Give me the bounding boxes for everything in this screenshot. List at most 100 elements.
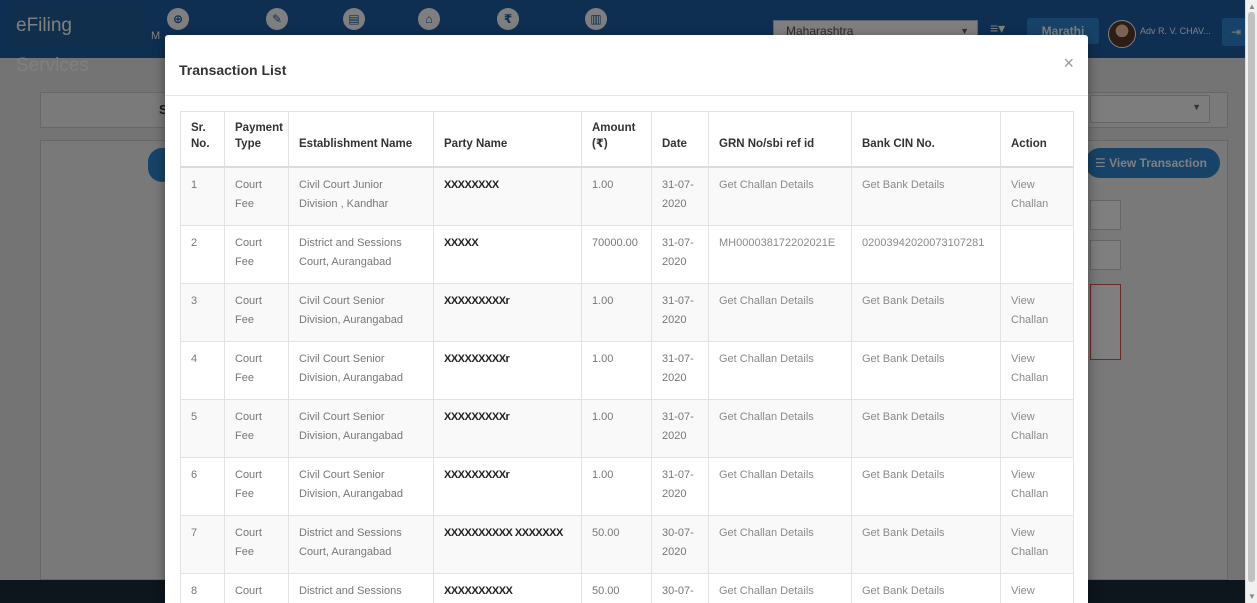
cell-sr-no: 7 <box>180 515 225 574</box>
cell-establishment-name: District and Sessions Court, Aurangabad <box>288 515 434 574</box>
cell-bank-cin: 02003942020073107281 <box>851 225 1001 284</box>
modal-title: Transaction List <box>179 62 287 78</box>
cell-date: 30-07- <box>651 573 709 603</box>
cell-date: 31-07-2020 <box>651 225 709 284</box>
get-bank-details-link[interactable]: Get Bank Details <box>851 283 1001 342</box>
get-bank-details-link[interactable]: Get Bank Details <box>851 166 1001 226</box>
table-row: 2 Court Fee District and Sessions Court, A… <box>180 225 1074 284</box>
cell-sr-no: 3 <box>180 283 225 342</box>
cell-sr-no: 6 <box>180 457 225 516</box>
column-header: Date <box>651 111 709 168</box>
cell-establishment-name: Civil Court Senior Division, Aurangabad <box>288 341 434 400</box>
cell-date: 31-07-2020 <box>651 166 709 226</box>
get-challan-details-link[interactable]: Get Challan Details <box>708 341 852 400</box>
cell-sr-no: 8 <box>180 573 225 603</box>
cell-establishment-name: Civil Court Junior Division , Kandhar <box>288 166 434 226</box>
cell-payment-type: Court Fee <box>224 515 289 574</box>
table-row: 4 Court Fee Civil Court Senior Division, A… <box>180 341 1074 400</box>
cell-establishment-name: District and Sessions <box>288 573 434 603</box>
get-bank-details-link[interactable]: Get Bank Details <box>851 457 1001 516</box>
transaction-table-wrapper: Sr. No. Payment Type Establishment Name Par… <box>180 111 1074 603</box>
cell-sr-no: 2 <box>180 225 225 284</box>
view-challan-link[interactable]: View Challan <box>1000 399 1074 458</box>
cell-payment-type: Court Fee <box>224 573 289 603</box>
cell-sr-no: 5 <box>180 399 225 458</box>
cell-payment-type: Court Fee <box>224 341 289 400</box>
cell-party-name: XXXXX <box>433 225 582 284</box>
cell-party-name: XXXXXXXXXr <box>433 283 582 342</box>
cell-payment-type: Court Fee <box>224 457 289 516</box>
column-header: Payment Type <box>224 111 289 168</box>
cell-sr-no: 1 <box>180 166 225 226</box>
view-challan-link[interactable]: View Challan <box>1000 457 1074 516</box>
scrollbar-thumb[interactable] <box>1248 12 1255 582</box>
column-header: Action <box>1000 111 1074 168</box>
column-header: Sr. No. <box>180 111 225 168</box>
cell-party-name: XXXXXXXXXr <box>433 399 582 458</box>
table-header-row: Sr. No. Payment Type Establishment Name Par… <box>180 111 1074 168</box>
transaction-list-modal: Transaction List × Sr. No. Payment Type Es… <box>165 35 1088 603</box>
cell-amount: 1.00 <box>581 399 652 458</box>
cell-action <box>1000 225 1074 284</box>
cell-amount: 50.00 <box>581 515 652 574</box>
get-bank-details-link[interactable]: Get Bank Details <box>851 399 1001 458</box>
get-challan-details-link[interactable]: Get Challan Details <box>708 573 852 603</box>
cell-date: 31-07-2020 <box>651 399 709 458</box>
cell-date: 31-07-2020 <box>651 457 709 516</box>
table-row: 3 Court Fee Civil Court Senior Division, A… <box>180 283 1074 342</box>
view-challan-link[interactable]: View Challan <box>1000 166 1074 226</box>
modal-header: Transaction List × <box>165 35 1088 96</box>
get-bank-details-link[interactable]: Get Bank Details <box>851 341 1001 400</box>
get-challan-details-link[interactable]: Get Challan Details <box>708 457 852 516</box>
table-body: 1 Court Fee Civil Court Junior Division , … <box>180 166 1074 603</box>
cell-party-name: XXXXXXXXXX <box>433 573 582 603</box>
scroll-up-icon[interactable]: ▲ <box>1248 2 1256 11</box>
get-bank-details-link[interactable]: Get Bank Details <box>851 573 1001 603</box>
cell-establishment-name: Civil Court Senior Division, Aurangabad <box>288 457 434 516</box>
cell-date: 30-07-2020 <box>651 515 709 574</box>
table-row: 1 Court Fee Civil Court Junior Division , … <box>180 166 1074 226</box>
transaction-table: Sr. No. Payment Type Establishment Name Par… <box>180 111 1074 603</box>
cell-date: 31-07-2020 <box>651 341 709 400</box>
table-row: 7 Court Fee District and Sessions Court, A… <box>180 515 1074 574</box>
cell-amount: 70000.00 <box>581 225 652 284</box>
cell-grn-no: MH000038172202021E <box>708 225 852 284</box>
cell-establishment-name: District and Sessions Court, Aurangabad <box>288 225 434 284</box>
column-header: Establishment Name <box>288 111 434 168</box>
scroll-down-icon[interactable]: ▼ <box>1248 592 1256 601</box>
cell-date: 31-07-2020 <box>651 283 709 342</box>
cell-amount: 50.00 <box>581 573 652 603</box>
column-header: Party Name <box>433 111 582 168</box>
close-icon[interactable]: × <box>1063 53 1074 74</box>
column-header: GRN No/sbi ref id <box>708 111 852 168</box>
cell-amount: 1.00 <box>581 283 652 342</box>
cell-sr-no: 4 <box>180 341 225 400</box>
cell-payment-type: Court Fee <box>224 225 289 284</box>
get-challan-details-link[interactable]: Get Challan Details <box>708 166 852 226</box>
get-challan-details-link[interactable]: Get Challan Details <box>708 283 852 342</box>
table-row: 5 Court Fee Civil Court Senior Division, A… <box>180 399 1074 458</box>
cell-payment-type: Court Fee <box>224 166 289 226</box>
view-challan-link[interactable]: View <box>1000 573 1074 603</box>
page-scrollbar[interactable]: ▲ ▼ <box>1245 0 1257 603</box>
cell-payment-type: Court Fee <box>224 283 289 342</box>
cell-party-name: XXXXXXXXXX XXXXXXX <box>433 515 582 574</box>
get-bank-details-link[interactable]: Get Bank Details <box>851 515 1001 574</box>
get-challan-details-link[interactable]: Get Challan Details <box>708 515 852 574</box>
view-challan-link[interactable]: View Challan <box>1000 283 1074 342</box>
cell-establishment-name: Civil Court Senior Division, Aurangabad <box>288 283 434 342</box>
cell-party-name: XXXXXXXX <box>433 166 582 226</box>
cell-establishment-name: Civil Court Senior Division, Aurangabad <box>288 399 434 458</box>
column-header: Amount (₹) <box>581 111 652 168</box>
table-row: 8Court FeeDistrict and SessionsXXXXXXXXX… <box>180 573 1074 603</box>
view-challan-link[interactable]: View Challan <box>1000 515 1074 574</box>
column-header: Bank CIN No. <box>851 111 1001 168</box>
cell-payment-type: Court Fee <box>224 399 289 458</box>
cell-amount: 1.00 <box>581 341 652 400</box>
table-row: 6 Court Fee Civil Court Senior Division, A… <box>180 457 1074 516</box>
cell-party-name: XXXXXXXXXr <box>433 457 582 516</box>
cell-amount: 1.00 <box>581 166 652 226</box>
view-challan-link[interactable]: View Challan <box>1000 341 1074 400</box>
get-challan-details-link[interactable]: Get Challan Details <box>708 399 852 458</box>
cell-party-name: XXXXXXXXXr <box>433 341 582 400</box>
